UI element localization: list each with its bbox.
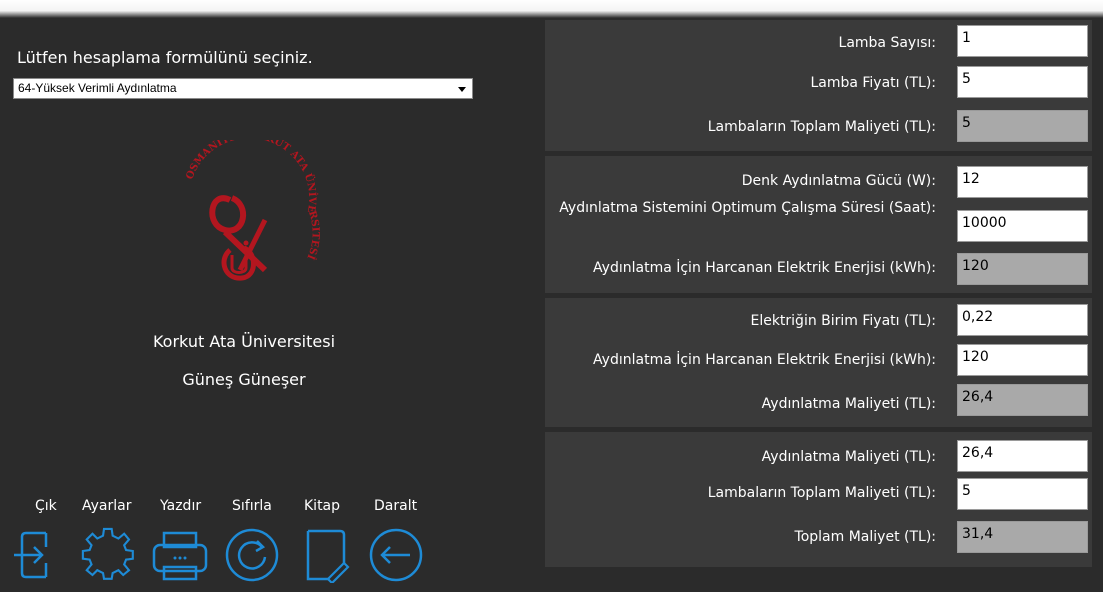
unit-price-label: Elektriğin Birim Fiyatı (TL): bbox=[750, 313, 936, 329]
lamps-total-cost-field: 5 bbox=[957, 110, 1088, 142]
total-cost-label: Toplam Maliyet (TL): bbox=[794, 529, 936, 545]
optimum-hours-label: Aydınlatma Sistemini Optimum Çalışma Sür… bbox=[559, 200, 936, 216]
reset-button[interactable] bbox=[224, 527, 280, 583]
lamps-total-cost-label-2: Lambaların Toplam Maliyeti (TL): bbox=[707, 485, 936, 501]
lamps-total-cost-input-2[interactable]: 5 bbox=[957, 478, 1088, 510]
book-button[interactable] bbox=[298, 527, 354, 585]
print-button[interactable] bbox=[152, 527, 208, 583]
formula-prompt-label: Lütfen hesaplama formülünü seçiniz. bbox=[17, 48, 313, 67]
university-name: Korkut Ata Üniversitesi bbox=[152, 332, 336, 351]
collapse-label: Daralt bbox=[374, 498, 418, 514]
equiv-power-input[interactable]: 12 bbox=[957, 166, 1088, 198]
gear-icon bbox=[81, 527, 134, 580]
energy-input-2[interactable]: 120 bbox=[957, 344, 1088, 376]
total-cost-group: Aydınlatma Maliyeti (TL): 26,4 Lambaları… bbox=[545, 432, 1092, 567]
formula-select[interactable]: 64-Yüksek Verimli Aydınlatma bbox=[13, 78, 473, 99]
author-name: Güneş Güneşer bbox=[182, 370, 306, 389]
exit-label: Çık bbox=[35, 498, 57, 514]
lamp-cost-group: Lamba Sayısı: 1 Lamba Fiyatı (TL): 5 Lam… bbox=[545, 20, 1092, 151]
lamps-total-cost-label: Lambaların Toplam Maliyeti (TL): bbox=[707, 119, 936, 135]
lighting-cost-input-2[interactable]: 26,4 bbox=[957, 440, 1088, 472]
settings-label: Ayarlar bbox=[82, 498, 132, 514]
lamp-count-input[interactable]: 1 bbox=[957, 25, 1088, 57]
exit-icon bbox=[14, 531, 48, 579]
equiv-power-label: Denk Aydınlatma Gücü (W): bbox=[741, 173, 936, 189]
printer-icon bbox=[152, 531, 208, 581]
formula-select-value: 64-Yüksek Verimli Aydınlatma bbox=[18, 81, 177, 95]
print-label: Yazdır bbox=[160, 498, 202, 514]
lamp-price-input[interactable]: 5 bbox=[957, 66, 1088, 98]
lighting-cost-group: Elektriğin Birim Fiyatı (TL): 0,22 Aydın… bbox=[545, 298, 1092, 427]
unit-price-input[interactable]: 0,22 bbox=[957, 304, 1088, 336]
settings-button[interactable] bbox=[80, 527, 136, 583]
window-top-band bbox=[0, 0, 1103, 18]
reset-label: Sıfırla bbox=[232, 498, 272, 514]
university-logo: OSMANİYE KORKUT ATA ÜNİVERSİTESİ bbox=[170, 130, 323, 300]
lighting-cost-label: Aydınlatma Maliyeti (TL): bbox=[761, 396, 936, 412]
book-icon bbox=[306, 529, 350, 585]
energy-field: 120 bbox=[957, 253, 1088, 285]
optimum-hours-input[interactable]: 10000 bbox=[957, 210, 1088, 242]
back-arrow-icon bbox=[369, 528, 423, 582]
energy-label: Aydınlatma İçin Harcanan Elektrik Enerji… bbox=[593, 260, 936, 276]
book-label: Kitap bbox=[304, 498, 341, 514]
lighting-cost-label-2: Aydınlatma Maliyeti (TL): bbox=[761, 449, 936, 465]
exit-button[interactable] bbox=[12, 527, 68, 583]
chevron-down-icon[interactable] bbox=[458, 87, 466, 92]
energy-label-2: Aydınlatma İçin Harcanan Elektrik Enerji… bbox=[593, 352, 936, 368]
total-cost-field: 31,4 bbox=[957, 521, 1088, 553]
collapse-button[interactable] bbox=[368, 527, 424, 583]
lamp-count-label: Lamba Sayısı: bbox=[838, 35, 936, 51]
lamp-price-label: Lamba Fiyatı (TL): bbox=[810, 75, 936, 91]
reset-icon bbox=[225, 528, 279, 582]
lighting-cost-field: 26,4 bbox=[957, 384, 1088, 416]
energy-group: Denk Aydınlatma Gücü (W): 12 Aydınlatma … bbox=[545, 156, 1092, 293]
